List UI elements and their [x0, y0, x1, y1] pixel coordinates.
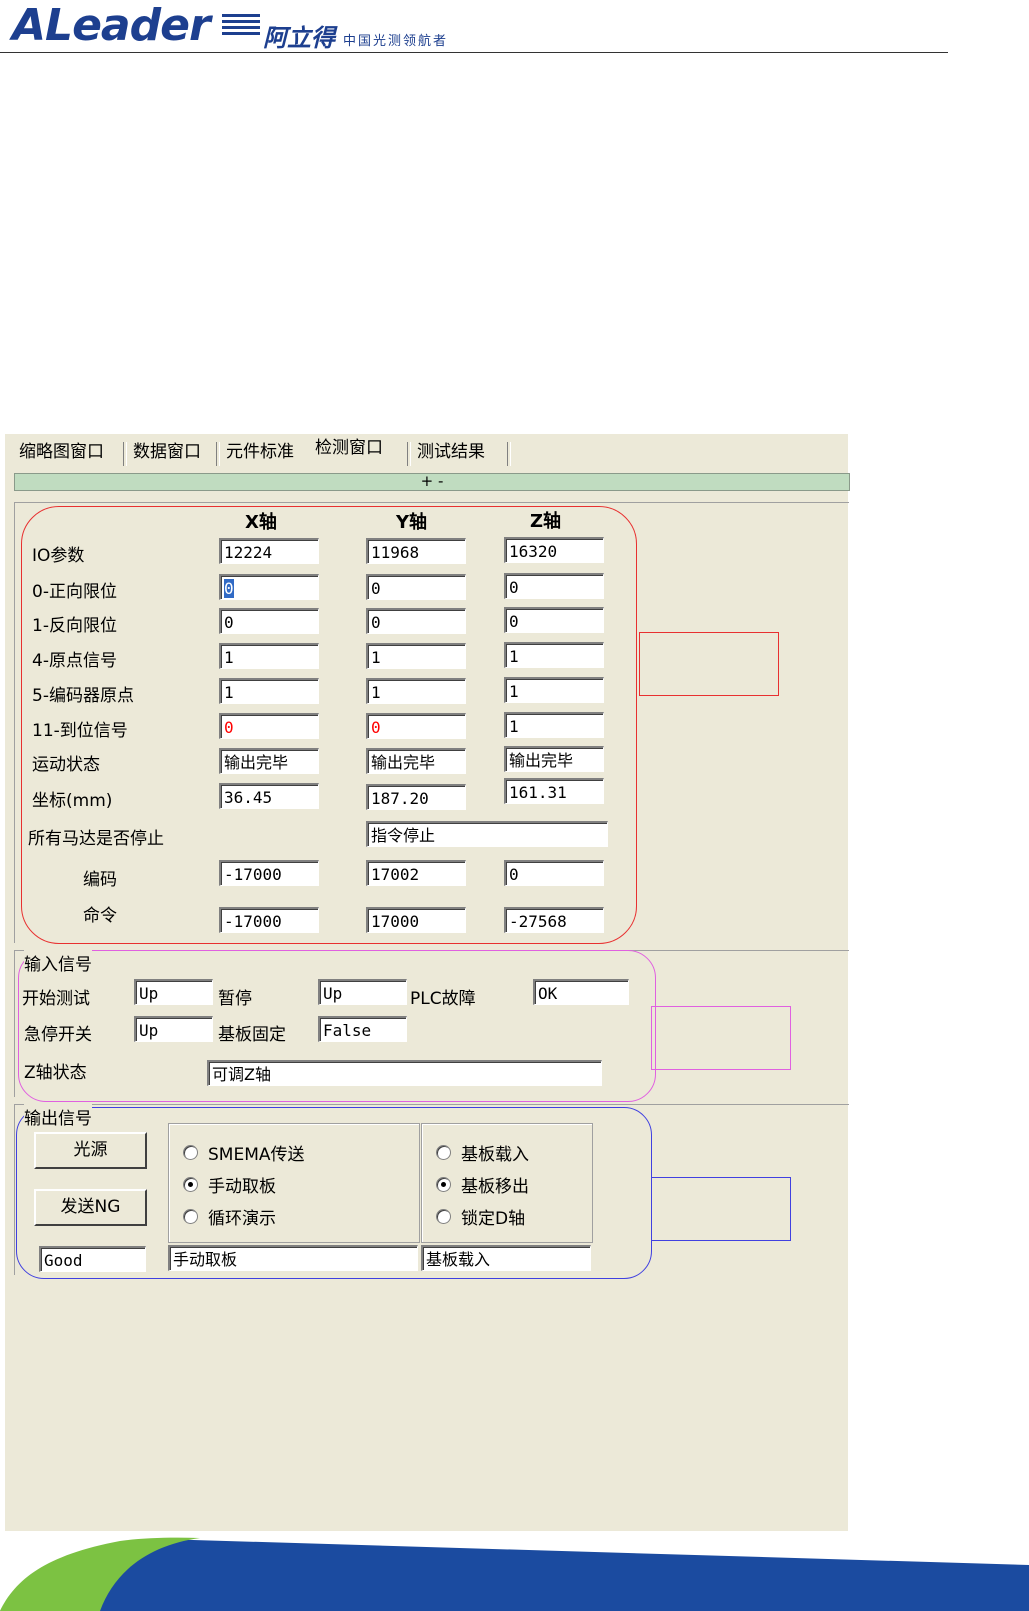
encoder-home-x[interactable]: 1 — [219, 678, 319, 704]
inspection-panel: 缩略图窗口 数据窗口 元件标准 检测窗口 测试结果 + - X轴 Y轴 Z轴 I… — [5, 434, 850, 1531]
selected-text: 0 — [224, 579, 234, 598]
pause-value[interactable]: Up — [318, 979, 407, 1005]
board-fix-label: 基板固定 — [218, 1025, 286, 1045]
neg-limit-x[interactable]: 0 — [219, 608, 319, 634]
encoder-label: 编码 — [83, 870, 117, 890]
command-x[interactable]: -17000 — [219, 907, 319, 933]
encoder-z[interactable]: 0 — [504, 860, 604, 886]
radio-lock-d-axis[interactable] — [436, 1209, 451, 1224]
in-position-z[interactable]: 1 — [504, 712, 604, 738]
axis-row-label: 1-反向限位 — [32, 616, 117, 636]
radio-smema[interactable] — [183, 1145, 198, 1160]
tab-component-standard[interactable]: 元件标准 — [226, 440, 294, 466]
radio-lock-d-axis-label[interactable]: 锁定D轴 — [461, 1204, 525, 1229]
in-position-x[interactable]: 0 — [219, 713, 319, 739]
motion-state-x[interactable]: 输出完毕 — [219, 748, 319, 774]
radio-board-unload-label[interactable]: 基板移出 — [461, 1172, 529, 1197]
io-param-y[interactable]: 11968 — [366, 538, 466, 564]
tab-inspection[interactable]: 检测窗口 — [315, 436, 383, 462]
y-axis-header: Y轴 — [396, 512, 428, 533]
light-source-button[interactable]: 光源 — [34, 1132, 147, 1169]
home-signal-y[interactable]: 1 — [366, 643, 466, 669]
tab-separator — [123, 442, 127, 466]
footer-swoosh — [0, 1535, 1029, 1611]
tagline: 中国光测领航者 — [343, 34, 449, 49]
coord-x[interactable]: 36.45 — [219, 783, 319, 809]
encoder-home-z[interactable]: 1 — [504, 677, 604, 703]
motion-state-y[interactable]: 输出完毕 — [366, 748, 466, 774]
status-value[interactable]: Good — [39, 1246, 146, 1272]
radio-manual-pick-label[interactable]: 手动取板 — [208, 1172, 276, 1197]
command-z[interactable]: -27568 — [504, 907, 604, 933]
axes-note-box — [639, 632, 779, 696]
neg-limit-y[interactable]: 0 — [366, 608, 466, 634]
company-logo: ALeader — [12, 0, 211, 51]
logo-stripes — [222, 14, 260, 44]
tab-bar: 缩略图窗口 数据窗口 元件标准 检测窗口 测试结果 — [5, 434, 848, 468]
x-axis-header: X轴 — [245, 512, 277, 533]
radio-board-load[interactable] — [436, 1145, 451, 1160]
input-signals-title: 输入信号 — [24, 950, 92, 975]
axis-row-label: 坐标(mm) — [32, 791, 113, 811]
in-position-y[interactable]: 0 — [366, 713, 466, 739]
axis-row-label: 0-正向限位 — [32, 582, 117, 602]
axis-row-label: 11-到位信号 — [32, 721, 128, 741]
estop-label: 急停开关 — [24, 1025, 92, 1045]
encoder-y[interactable]: 17002 — [366, 860, 466, 886]
pos-limit-y[interactable]: 0 — [366, 574, 466, 600]
radio-manual-pick[interactable] — [183, 1177, 198, 1192]
io-param-z[interactable]: 16320 — [504, 537, 604, 563]
motion-state-z[interactable]: 输出完毕 — [504, 746, 604, 772]
axis-row-label: IO参数 — [32, 546, 85, 566]
footer-graphic — [0, 1537, 1029, 1611]
encoder-x[interactable]: -17000 — [219, 860, 319, 886]
estop-value[interactable]: Up — [134, 1016, 213, 1042]
z-axis-header: Z轴 — [530, 511, 562, 532]
radio-board-unload[interactable] — [436, 1177, 451, 1192]
coord-y[interactable]: 187.20 — [366, 784, 466, 810]
z-state-value[interactable]: 可调Z轴 — [207, 1060, 602, 1086]
tab-separator — [407, 442, 411, 466]
start-test-value[interactable]: Up — [134, 979, 213, 1005]
radio-board-load-label[interactable]: 基板载入 — [461, 1140, 529, 1165]
z-state-label: Z轴状态 — [24, 1063, 87, 1083]
board-fix-value[interactable]: False — [318, 1016, 407, 1042]
encoder-home-y[interactable]: 1 — [366, 678, 466, 704]
output-signals-title: 输出信号 — [24, 1104, 92, 1129]
tab-test-results[interactable]: 测试结果 — [417, 440, 485, 466]
radio-loop-demo[interactable] — [183, 1209, 198, 1224]
pause-label: 暂停 — [218, 989, 252, 1009]
plc-fault-value[interactable]: OK — [533, 979, 629, 1005]
all-motors-label: 所有马达是否停止 — [28, 829, 164, 849]
plc-fault-label: PLC故障 — [410, 989, 476, 1009]
send-ng-button[interactable]: 发送NG — [34, 1189, 147, 1226]
tab-separator — [507, 442, 511, 466]
radio-smema-label[interactable]: SMEMA传送 — [208, 1140, 305, 1165]
io-param-x[interactable]: 12224 — [219, 538, 319, 564]
command-y[interactable]: 17000 — [366, 907, 466, 933]
axis-row-label: 4-原点信号 — [32, 651, 117, 671]
axis-row-label: 5-编码器原点 — [32, 686, 134, 706]
brand-name: 阿立得 — [263, 24, 335, 52]
home-signal-x[interactable]: 1 — [219, 643, 319, 669]
radio-loop-demo-label[interactable]: 循环演示 — [208, 1204, 276, 1229]
board-value[interactable]: 基板载入 — [421, 1245, 591, 1271]
home-signal-z[interactable]: 1 — [504, 642, 604, 668]
input-note-box — [651, 1006, 791, 1070]
all-motors-value[interactable]: 指令停止 — [366, 821, 608, 847]
coord-z[interactable]: 161.31 — [504, 778, 604, 804]
tab-separator — [216, 442, 220, 466]
header-divider — [0, 52, 948, 53]
output-note-box — [651, 1177, 791, 1241]
mode-value[interactable]: 手动取板 — [168, 1245, 418, 1271]
start-test-label: 开始测试 — [22, 989, 90, 1009]
pos-limit-x[interactable]: 0 — [219, 574, 319, 600]
neg-limit-z[interactable]: 0 — [504, 607, 604, 633]
axis-row-label: 运动状态 — [32, 755, 100, 775]
tab-thumbnail[interactable]: 缩略图窗口 — [19, 440, 104, 466]
pos-limit-z[interactable]: 0 — [504, 573, 604, 599]
tab-data[interactable]: 数据窗口 — [133, 440, 201, 466]
command-label: 命令 — [83, 906, 117, 926]
collapse-bar[interactable]: + - — [14, 473, 850, 491]
